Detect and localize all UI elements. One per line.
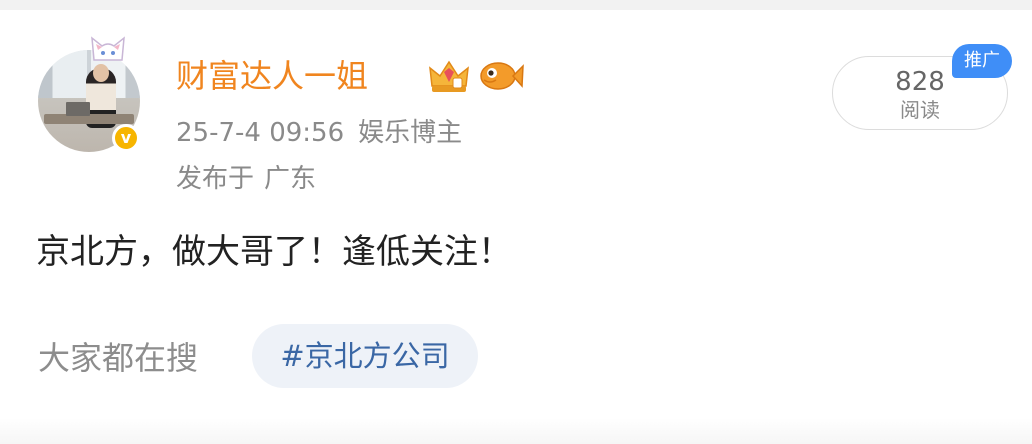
topic-chip[interactable]: #京北方公司 bbox=[252, 324, 478, 388]
cat-avatar-frame-icon bbox=[91, 36, 125, 61]
crown-badge-icon[interactable] bbox=[428, 56, 470, 96]
post-content: 京北方，做大哥了！逢低关注！ bbox=[36, 232, 512, 272]
read-label: 阅读 bbox=[900, 98, 940, 122]
verified-v-icon: v bbox=[112, 124, 140, 152]
avatar[interactable]: v bbox=[36, 32, 156, 154]
location-prefix: 发布于 bbox=[176, 164, 255, 194]
user-tag: 娱乐博主 bbox=[358, 118, 463, 148]
promo-badge[interactable]: 推广 bbox=[952, 44, 1012, 78]
username[interactable]: 财富达人一姐 bbox=[176, 56, 368, 96]
post-meta: 25-7-4 09:56 娱乐博主 bbox=[176, 116, 462, 150]
post-location: 发布于 广东 bbox=[176, 162, 316, 196]
top-divider-strip bbox=[0, 0, 1032, 10]
location-name: 广东 bbox=[264, 164, 317, 194]
bottom-fade bbox=[0, 418, 1032, 444]
avatar-person-head bbox=[93, 64, 109, 82]
trending-search-label: 大家都在搜 bbox=[38, 339, 199, 377]
user-badges bbox=[428, 56, 524, 96]
avatar-laptop bbox=[66, 102, 90, 116]
post-date-time: 25-7-4 09:56 bbox=[176, 118, 345, 148]
fish-badge-icon[interactable] bbox=[476, 56, 524, 96]
